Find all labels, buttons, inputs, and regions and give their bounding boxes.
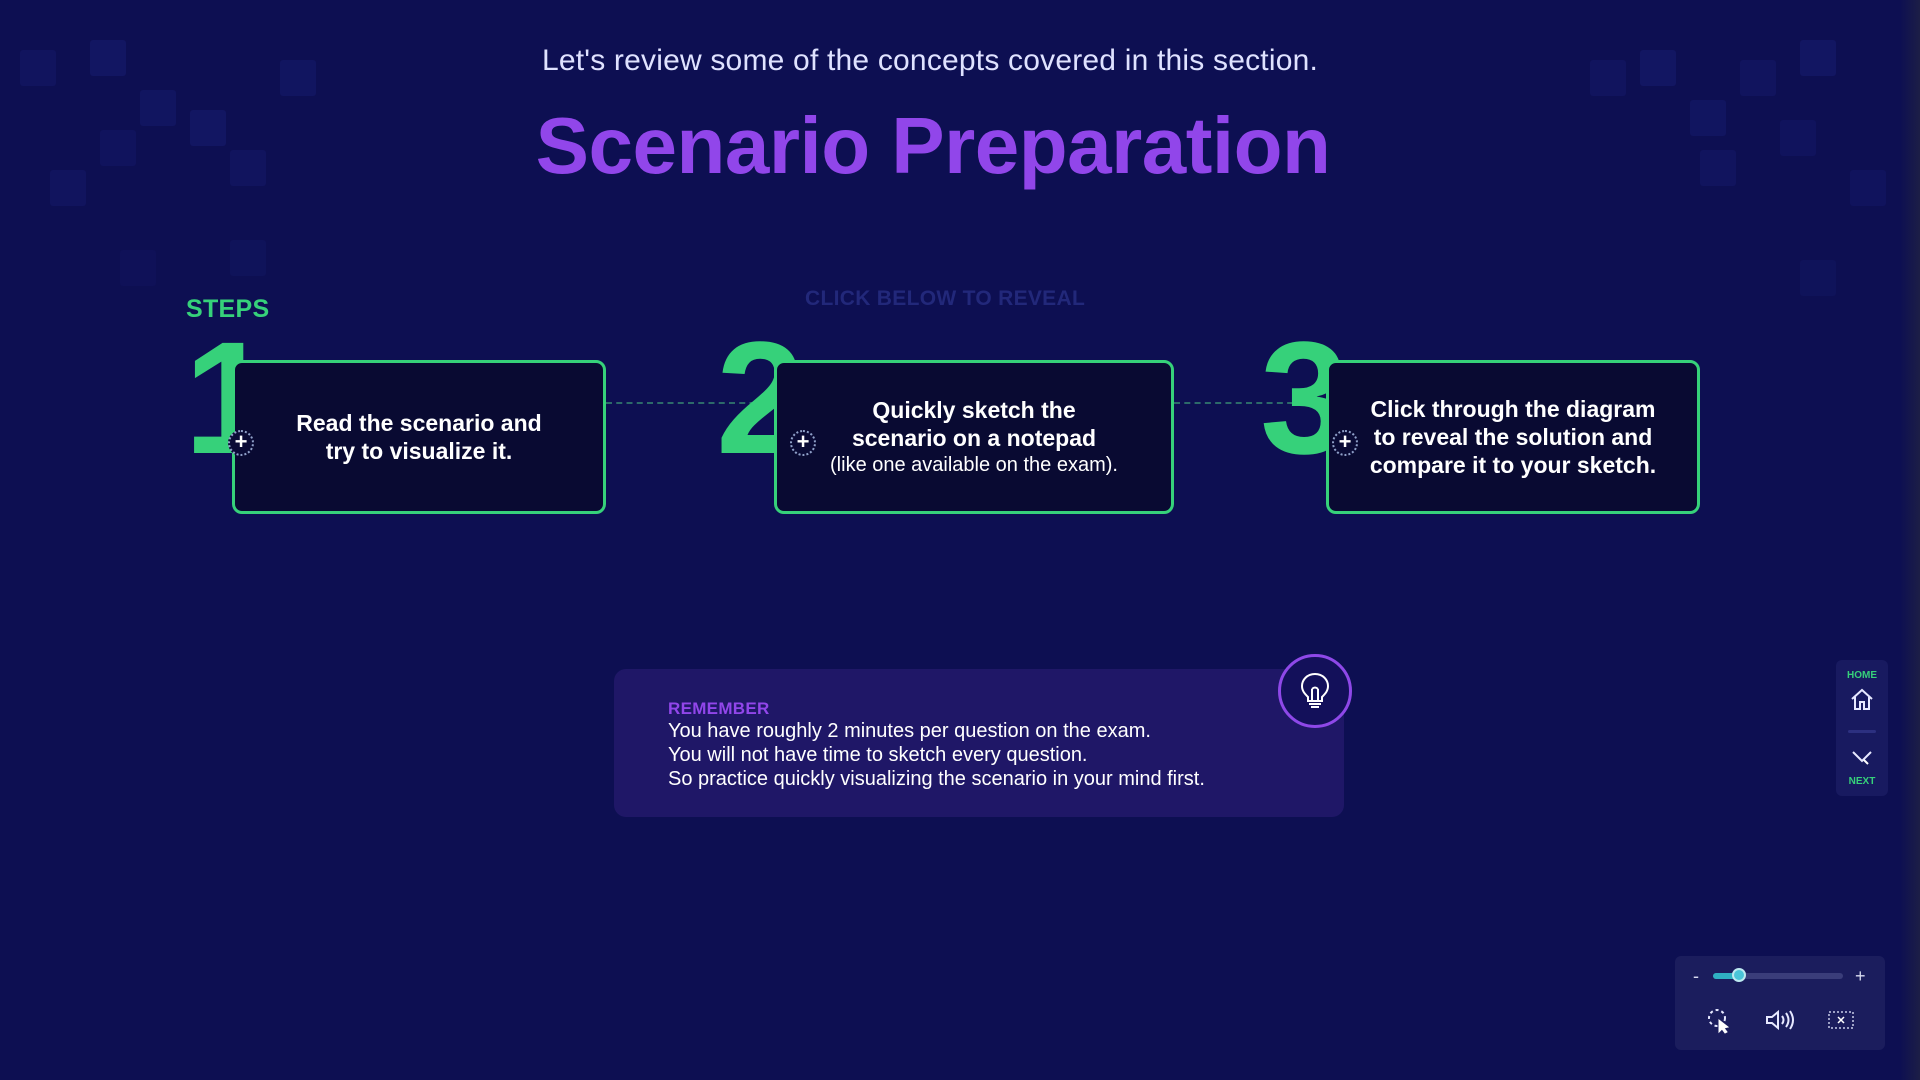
reveal-hint: CLICK BELOW TO REVEAL <box>805 287 1086 310</box>
plus-icon[interactable]: + <box>228 430 254 456</box>
remember-heading: REMEMBER <box>668 699 770 718</box>
plus-icon[interactable]: + <box>790 430 816 456</box>
step-text: Read the scenario and try to visualize i… <box>296 410 542 464</box>
close-icon[interactable] <box>1823 1002 1859 1038</box>
volume-icon[interactable] <box>1762 1002 1798 1038</box>
step-card-3[interactable]: Click through the diagram to reveal the … <box>1326 360 1700 514</box>
player-controls: - + <box>1675 956 1885 1050</box>
home-icon[interactable] <box>1849 686 1875 712</box>
next-icon[interactable] <box>1850 746 1874 768</box>
zoom-out-button[interactable]: - <box>1693 966 1699 987</box>
next-label: NEXT <box>1848 776 1876 787</box>
lightbulb-icon <box>1278 654 1352 728</box>
home-label: HOME <box>1847 670 1877 681</box>
plus-icon[interactable]: + <box>1332 430 1358 456</box>
nav-divider <box>1848 730 1876 733</box>
side-nav: HOME NEXT <box>1836 660 1888 796</box>
zoom-slider-thumb[interactable] <box>1732 968 1746 982</box>
remember-card: REMEMBER You have roughly 2 minutes per … <box>614 669 1344 817</box>
remember-line: You have roughly 2 minutes per question … <box>668 720 1151 742</box>
step-card-1[interactable]: Read the scenario and try to visualize i… <box>232 360 606 514</box>
window-edge <box>1900 0 1920 1080</box>
step-card-2[interactable]: Quickly sketch the scenario on a notepad… <box>774 360 1174 514</box>
step-text: Quickly sketch the scenario on a notepad <box>851 397 1097 451</box>
cursor-icon[interactable] <box>1701 1002 1737 1038</box>
intro-text: Let's review some of the concepts covere… <box>541 44 1319 77</box>
page-title: Scenario Preparation <box>535 101 1331 190</box>
step-subtext: (like one available on the exam). <box>830 454 1118 476</box>
remember-line: You will not have time to sketch every q… <box>668 744 1088 766</box>
remember-line: So practice quickly visualizing the scen… <box>668 768 1205 790</box>
step-text: Click through the diagram to reveal the … <box>1369 396 1657 478</box>
zoom-in-button[interactable]: + <box>1855 966 1866 987</box>
